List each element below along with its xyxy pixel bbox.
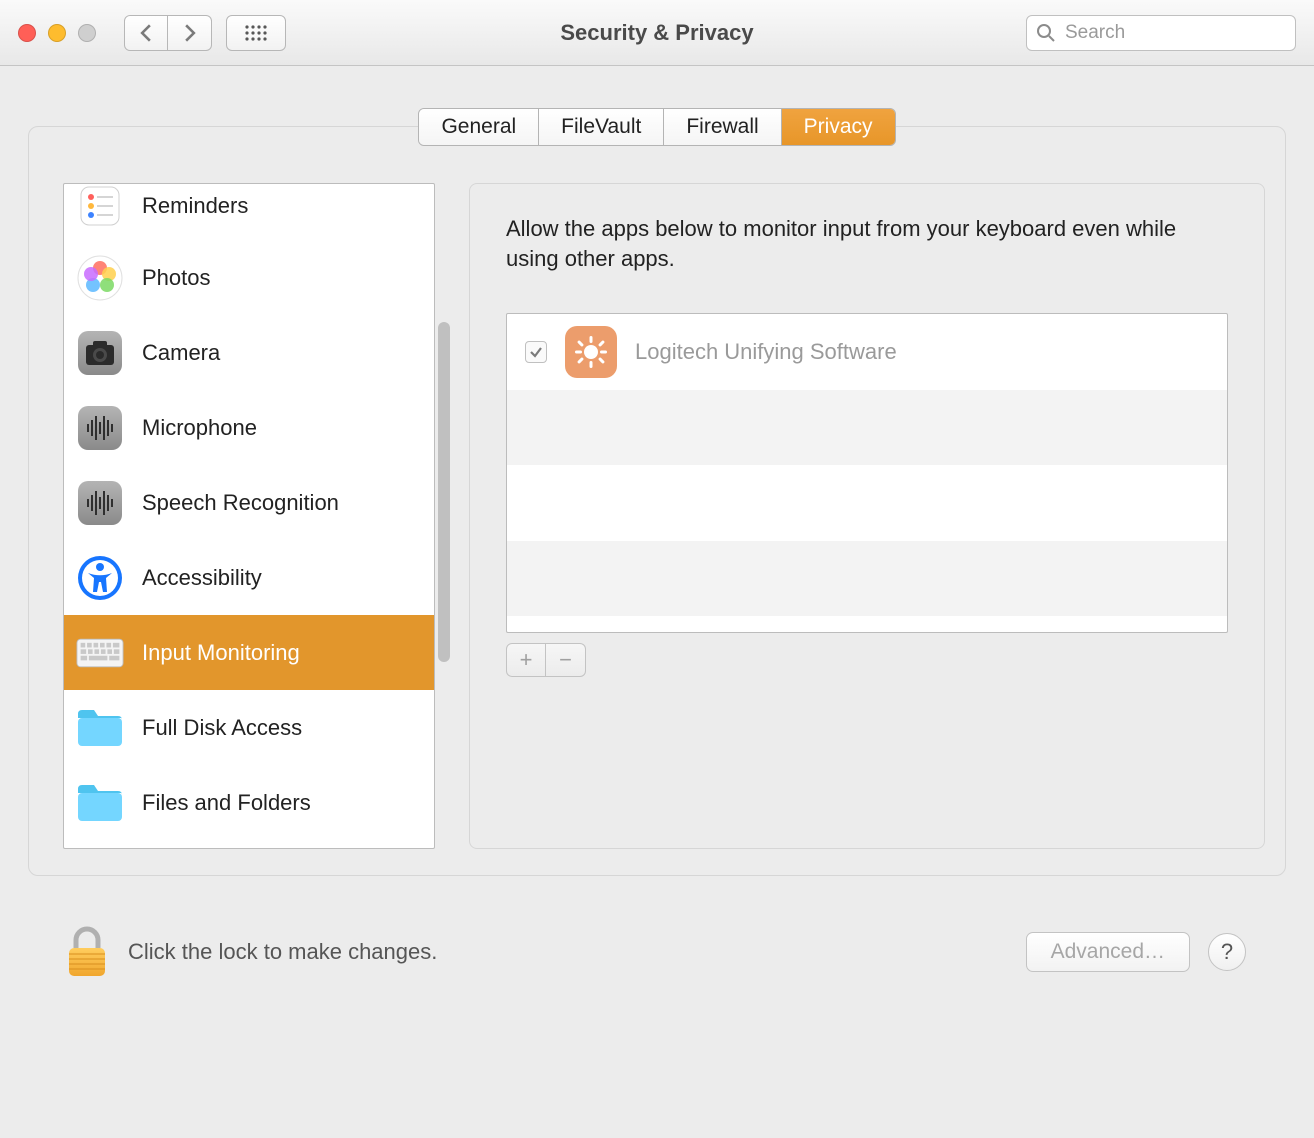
app-row[interactable]: Logitech Unifying Software xyxy=(507,314,1227,390)
chevron-left-icon xyxy=(139,24,153,42)
back-button[interactable] xyxy=(124,15,168,51)
speech-icon xyxy=(76,479,124,527)
sidebar-item-microphone[interactable]: Microphone xyxy=(64,390,434,465)
pane-description: Allow the apps below to monitor input fr… xyxy=(506,214,1228,273)
tab-filevault[interactable]: FileVault xyxy=(539,109,664,145)
sidebar-scrollbar[interactable] xyxy=(435,183,453,849)
window-controls xyxy=(18,24,96,42)
remove-app-button[interactable]: − xyxy=(546,643,586,677)
app-row-empty xyxy=(507,541,1227,616)
app-list: Logitech Unifying Software xyxy=(506,313,1228,633)
footer: Click the lock to make changes. Advanced… xyxy=(28,876,1286,978)
main-panel: Reminders Photos Camera xyxy=(28,126,1286,876)
sidebar-item-label: Camera xyxy=(142,340,220,366)
app-row-empty xyxy=(507,390,1227,465)
tab-general[interactable]: General xyxy=(419,109,539,145)
sidebar-item-files-folders[interactable]: Files and Folders xyxy=(64,765,434,840)
search-field-wrap xyxy=(1026,15,1296,51)
keyboard-icon xyxy=(76,629,124,677)
sidebar-item-label: Input Monitoring xyxy=(142,640,300,666)
app-icon xyxy=(565,326,617,378)
close-window-button[interactable] xyxy=(18,24,36,42)
grid-icon xyxy=(244,24,268,42)
app-checkbox[interactable] xyxy=(525,341,547,363)
sidebar-item-label: Full Disk Access xyxy=(142,715,302,741)
add-remove-group: + − xyxy=(506,643,1228,677)
sidebar-item-speech[interactable]: Speech Recognition xyxy=(64,465,434,540)
checkmark-icon xyxy=(529,345,543,359)
search-icon xyxy=(1036,23,1056,43)
show-all-button[interactable] xyxy=(226,15,286,51)
add-app-button[interactable]: + xyxy=(506,643,546,677)
tab-privacy[interactable]: Privacy xyxy=(782,109,895,145)
sidebar-item-label: Photos xyxy=(142,265,211,291)
detail-pane: Allow the apps below to monitor input fr… xyxy=(469,183,1265,849)
sidebar-item-camera[interactable]: Camera xyxy=(64,315,434,390)
minimize-window-button[interactable] xyxy=(48,24,66,42)
sidebar-item-label: Speech Recognition xyxy=(142,490,339,516)
sidebar-item-label: Accessibility xyxy=(142,565,262,591)
sidebar-item-label: Microphone xyxy=(142,415,257,441)
accessibility-icon xyxy=(76,554,124,602)
zoom-window-button[interactable] xyxy=(78,24,96,42)
scrollbar-thumb[interactable] xyxy=(438,322,450,662)
sidebar-item-photos[interactable]: Photos xyxy=(64,240,434,315)
app-row-empty xyxy=(507,465,1227,541)
camera-icon xyxy=(76,329,124,377)
sidebar-wrap: Reminders Photos Camera xyxy=(63,183,453,849)
body-area: General FileVault Firewall Privacy Remin… xyxy=(0,66,1314,978)
titlebar: Security & Privacy xyxy=(0,0,1314,66)
privacy-category-list[interactable]: Reminders Photos Camera xyxy=(63,183,435,849)
tab-firewall[interactable]: Firewall xyxy=(664,109,781,145)
sidebar-item-accessibility[interactable]: Accessibility xyxy=(64,540,434,615)
sidebar-item-label: Reminders xyxy=(142,193,248,219)
lock-instruction-text: Click the lock to make changes. xyxy=(128,939,437,965)
folder-icon xyxy=(76,779,124,827)
chevron-right-icon xyxy=(183,24,197,42)
sidebar-item-full-disk[interactable]: Full Disk Access xyxy=(64,690,434,765)
sidebar-item-label: Files and Folders xyxy=(142,790,311,816)
app-row-empty xyxy=(507,616,1227,633)
app-name: Logitech Unifying Software xyxy=(635,339,897,365)
lock-icon[interactable] xyxy=(64,926,110,978)
sidebar-item-reminders[interactable]: Reminders xyxy=(64,184,434,240)
nav-group xyxy=(124,15,212,51)
photos-icon xyxy=(76,254,124,302)
help-button[interactable]: ? xyxy=(1208,933,1246,971)
reminders-icon xyxy=(76,186,124,226)
microphone-icon xyxy=(76,404,124,452)
folder-icon xyxy=(76,704,124,752)
search-input[interactable] xyxy=(1026,15,1296,51)
forward-button[interactable] xyxy=(168,15,212,51)
logitech-unifying-icon xyxy=(574,335,608,369)
sidebar-item-input-monitoring[interactable]: Input Monitoring xyxy=(64,615,434,690)
tab-bar: General FileVault Firewall Privacy xyxy=(418,108,895,146)
advanced-button[interactable]: Advanced… xyxy=(1026,932,1190,972)
